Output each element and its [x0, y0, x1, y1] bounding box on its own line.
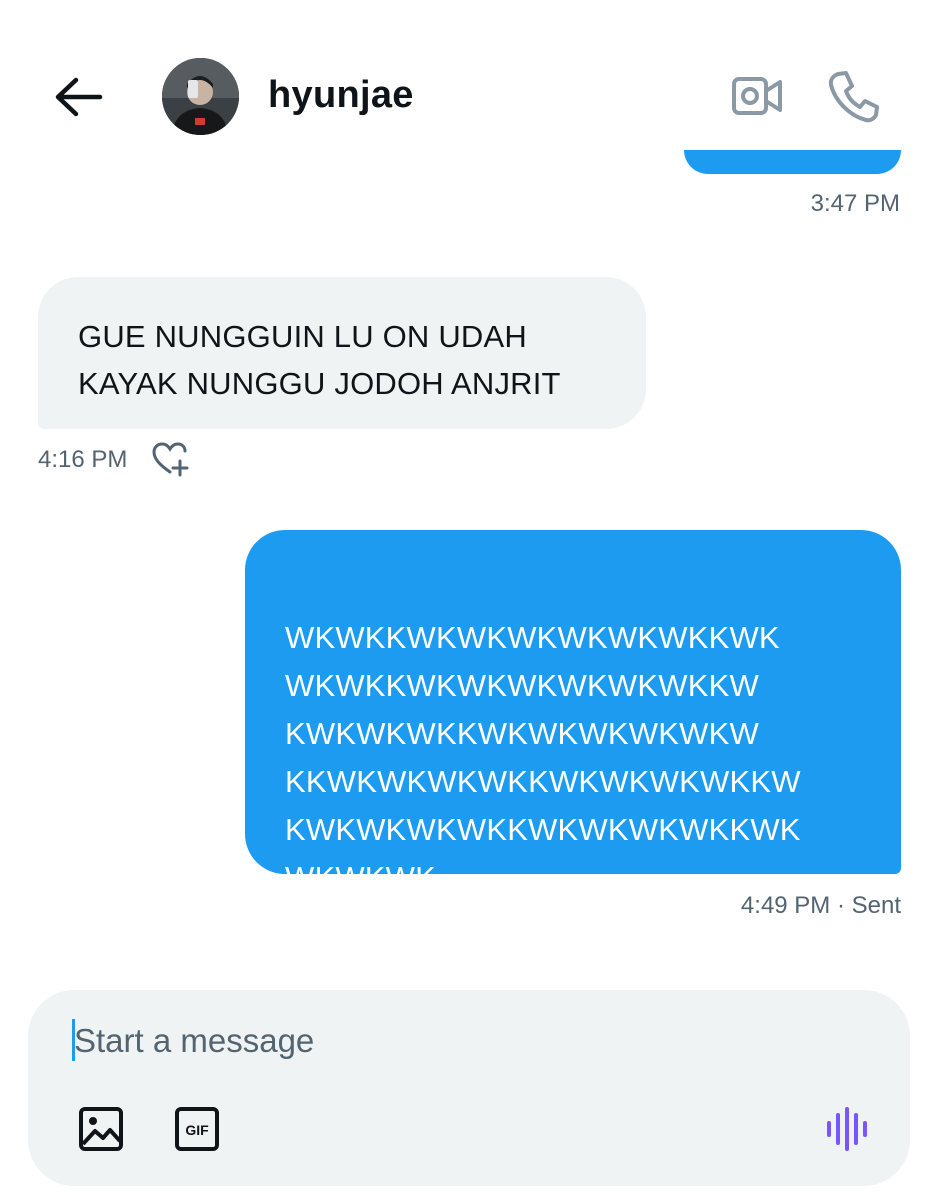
arrow-left-icon — [55, 77, 103, 117]
message-text: WKWKKWKWKWKWKWKWKKWK WKWKKWKWKWKWKWKWKKW… — [285, 620, 801, 895]
contact-name[interactable]: hyunjae — [268, 74, 414, 117]
outgoing-message-bubble[interactable]: WKWKKWKWKWKWKWKWKKWK WKWKKWKWKWKWKWKWKKW… — [245, 530, 901, 895]
gif-label: GIF — [185, 1122, 209, 1138]
add-gif-button[interactable]: GIF — [172, 1104, 222, 1154]
add-reaction-button[interactable] — [150, 441, 192, 477]
avatar[interactable] — [162, 58, 239, 135]
message-timestamp: 4:16 PM — [38, 446, 128, 473]
video-call-button[interactable] — [728, 70, 786, 122]
avatar-photo — [162, 58, 239, 135]
voice-waveform-icon — [827, 1107, 867, 1151]
conversation-header: hyunjae — [0, 0, 939, 160]
heart-plus-icon — [152, 442, 189, 477]
voice-call-button[interactable] — [826, 68, 882, 124]
message-text: GUE NUNGGUIN LU ON UDAH KAYAK NUNGGU JOD… — [78, 319, 561, 401]
add-image-button[interactable] — [76, 1104, 126, 1154]
gif-icon: GIF — [175, 1107, 219, 1151]
voice-message-button[interactable] — [822, 1104, 872, 1154]
message-status: 4:49 PM · Sent — [740, 892, 901, 919]
incoming-message-bubble[interactable]: GUE NUNGGUIN LU ON UDAH KAYAK NUNGGU JOD… — [38, 277, 646, 429]
message-input[interactable] — [74, 1016, 774, 1066]
back-button[interactable] — [48, 72, 108, 122]
phone-icon — [828, 71, 879, 123]
outgoing-message-bubble-partial[interactable] — [684, 150, 901, 174]
image-icon — [79, 1107, 123, 1151]
message-timestamp: 3:47 PM — [810, 190, 900, 217]
video-camera-icon — [732, 77, 782, 115]
